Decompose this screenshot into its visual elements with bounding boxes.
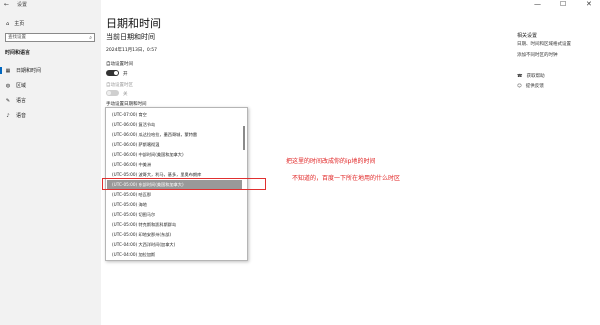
- timezone-option[interactable]: (UTC-07:00) 育空: [107, 110, 242, 120]
- sidebar-item-label: 语言: [16, 98, 27, 104]
- timezone-option[interactable]: (UTC-04:00) 加拉加斯: [107, 250, 242, 260]
- globe-icon: ◍: [5, 82, 11, 89]
- sidebar-item-region[interactable]: ◍ 区域: [5, 82, 27, 90]
- page-title: 日期和时间: [106, 17, 161, 30]
- sidebar-item-speech[interactable]: ♪ 语音: [5, 112, 27, 120]
- auto-timezone-state: 关: [123, 92, 128, 97]
- related-link-format[interactable]: 日期、时间和区域格式设置: [517, 41, 571, 47]
- timezone-option[interactable]: (UTC-05:00) 特克斯和凯科斯群岛: [107, 220, 242, 230]
- timezone-option[interactable]: (UTC-06:00) 复活节岛: [107, 120, 242, 130]
- timezone-option[interactable]: (UTC-06:00) 中部时间(美国和加拿大): [107, 150, 242, 160]
- active-indicator: [0, 67, 2, 74]
- home-label: 主页: [14, 21, 25, 27]
- timezone-option[interactable]: (UTC-06:00) 萨斯喀彻温: [107, 140, 242, 150]
- timezone-option[interactable]: (UTC-05:00) 哈瓦那: [107, 190, 242, 200]
- sidebar-item-datetime[interactable]: ▦ 日期和时间: [5, 67, 42, 75]
- timezone-option[interactable]: (UTC-06:00) 瓜达拉哈拉，墨西哥城，蒙特雷: [107, 130, 242, 140]
- section-heading: 时间和语言: [5, 50, 31, 56]
- search-placeholder: 查找设置: [8, 35, 26, 40]
- highlight-box: [102, 178, 266, 190]
- auto-time-toggle[interactable]: [106, 70, 119, 76]
- timezone-option[interactable]: (UTC-05:00) 切图马尔: [107, 210, 242, 220]
- language-icon: ✎: [5, 97, 11, 104]
- search-input[interactable]: 查找设置 ⌕: [5, 33, 95, 42]
- back-arrow-icon[interactable]: ←: [4, 1, 9, 8]
- feedback-link[interactable]: ☺ 提供反馈: [517, 83, 544, 90]
- related-link-clocks[interactable]: 添加不同时区的时钟: [517, 52, 558, 58]
- auto-time-label: 自动设置时间: [106, 62, 133, 67]
- sidebar-item-label: 语音: [16, 113, 27, 119]
- auto-timezone-toggle[interactable]: [106, 90, 119, 96]
- help-icon: ☎: [517, 73, 523, 79]
- minimize-button[interactable]: —: [534, 0, 541, 8]
- related-settings-title: 相关设置: [517, 33, 538, 39]
- section-subtitle: 当前日期和时间: [106, 33, 155, 41]
- window-title: 设置: [17, 2, 28, 8]
- sidebar-item-label: 日期和时间: [16, 68, 42, 74]
- calendar-icon: ▦: [5, 67, 11, 74]
- close-button[interactable]: ✕: [586, 0, 592, 8]
- timezone-option[interactable]: (UTC-04:00) 大西洋时间(加拿大): [107, 240, 242, 250]
- auto-timezone-label: 自动设置时区: [106, 83, 133, 88]
- home-icon: ⌂: [6, 20, 10, 27]
- auto-time-state: 开: [123, 72, 128, 77]
- timezone-option[interactable]: (UTC-05:00) 海地: [107, 200, 242, 210]
- feedback-icon: ☺: [517, 83, 522, 89]
- annotation-line-2: 不知道的，百度一下所在地用的什么时区: [292, 175, 401, 182]
- sidebar-item-label: 区域: [16, 83, 27, 89]
- get-help-link[interactable]: ☎ 获取帮助: [517, 73, 545, 80]
- microphone-icon: ♪: [6, 112, 10, 119]
- home-nav-item[interactable]: ⌂ 主页: [6, 20, 25, 28]
- dropdown-scrollbar[interactable]: [243, 126, 245, 150]
- current-datetime: 2024年11月13日，0:57: [106, 48, 158, 53]
- feedback-label: 提供反馈: [525, 84, 544, 89]
- timezone-option[interactable]: (UTC-06:00) 中美洲: [107, 160, 242, 170]
- help-label: 获取帮助: [526, 74, 545, 79]
- maximize-button[interactable]: ☐: [560, 0, 566, 8]
- timezone-option[interactable]: (UTC-05:00) 印地安那州(东部): [107, 230, 242, 240]
- search-icon: ⌕: [89, 35, 92, 41]
- annotation-line-1: 把这里的时间改成你的ip地的时间: [286, 158, 376, 165]
- sidebar-item-language[interactable]: ✎ 语言: [5, 97, 27, 105]
